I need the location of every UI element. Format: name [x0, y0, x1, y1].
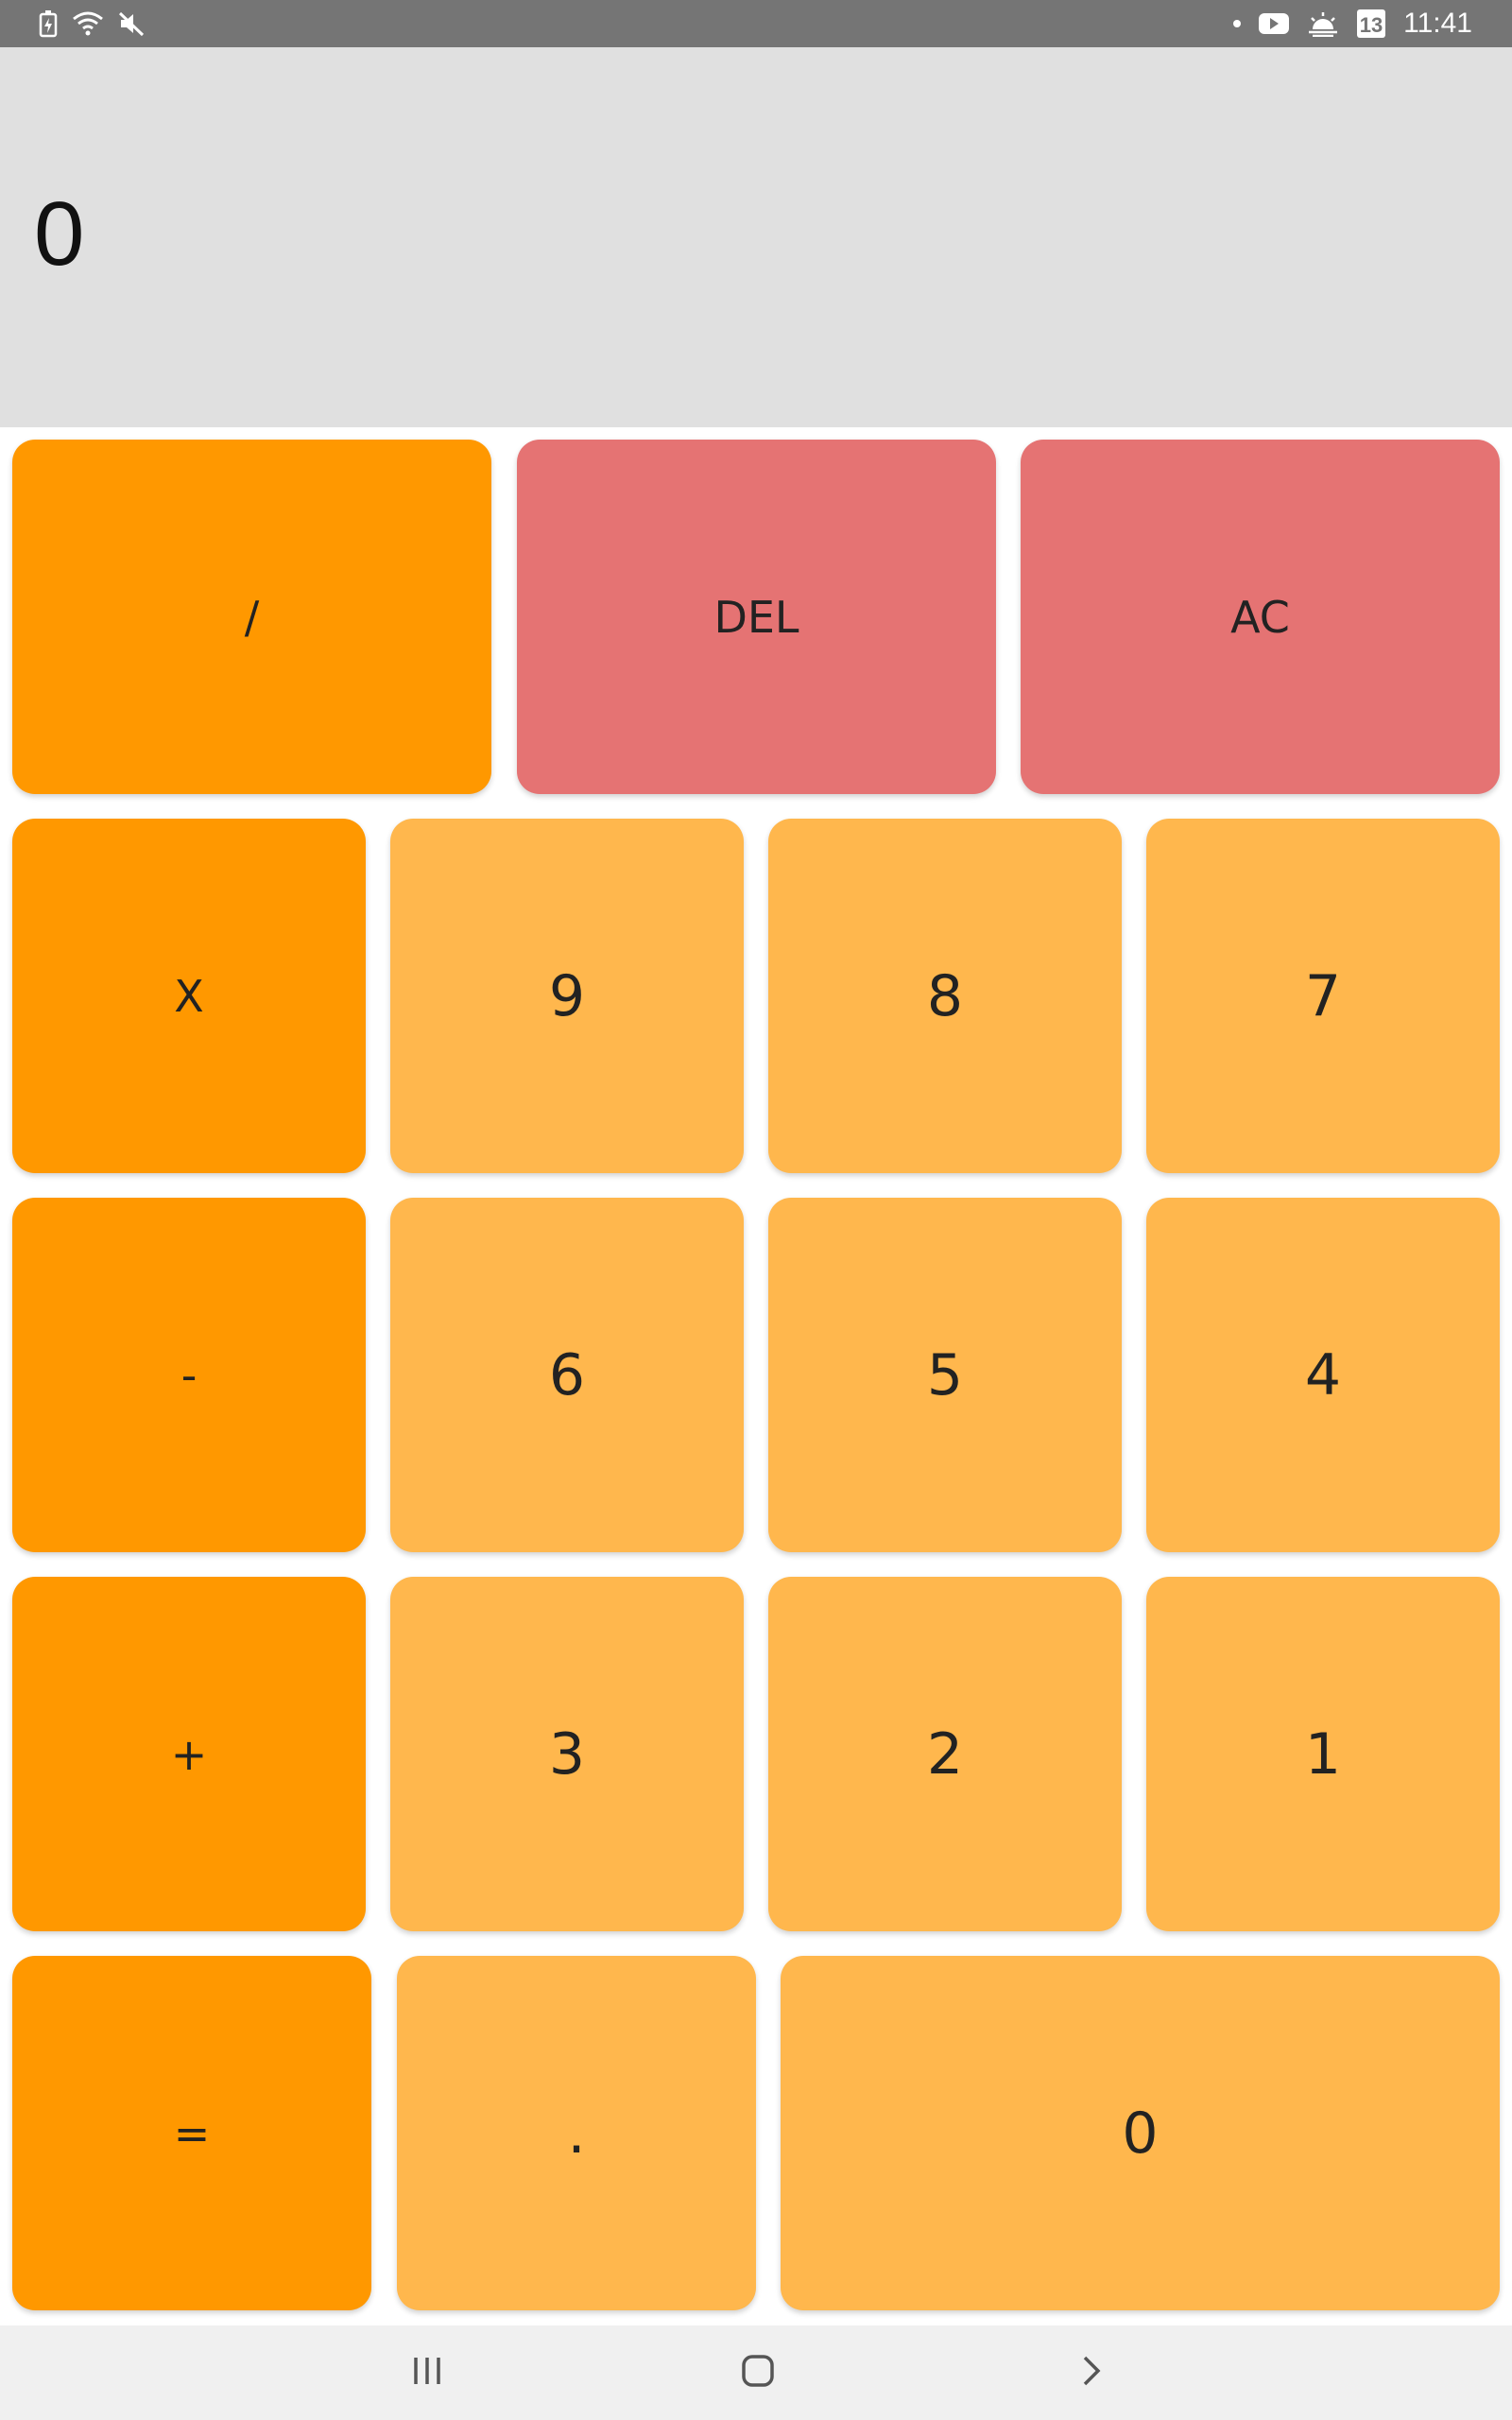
notification-dot-icon [1233, 0, 1242, 47]
delete-button[interactable]: DEL [517, 440, 996, 794]
battery-saver-icon [38, 0, 59, 47]
multiply-button[interactable]: X [12, 819, 366, 1173]
back-button[interactable] [1034, 2325, 1147, 2420]
subtract-button[interactable]: - [12, 1198, 366, 1552]
digit-0-button[interactable]: 0 [781, 1956, 1500, 2310]
digit-1-button[interactable]: 1 [1146, 1577, 1500, 1931]
calendar-13-icon: 13 [1356, 0, 1386, 47]
all-clear-button[interactable]: AC [1021, 440, 1500, 794]
weather-icon [1307, 0, 1339, 47]
clock: 11:41 [1403, 8, 1472, 39]
wifi-icon [72, 0, 104, 47]
digit-5-button[interactable]: 5 [768, 1198, 1122, 1552]
digit-7-button[interactable]: 7 [1146, 819, 1500, 1173]
status-left-icons [38, 0, 146, 47]
status-right-icons: 13 11:41 [1233, 0, 1472, 47]
divide-button[interactable]: / [12, 440, 491, 794]
digit-3-button[interactable]: 3 [390, 1577, 744, 1931]
calculator-display: 0 [0, 47, 1512, 427]
keypad: / DEL AC X 9 8 7 - 6 5 4 + 3 2 1 = . 0 [0, 427, 1512, 2325]
recent-apps-button[interactable] [370, 2325, 484, 2420]
back-icon [1072, 2352, 1109, 2394]
svg-text:13: 13 [1360, 13, 1383, 37]
digit-4-button[interactable]: 4 [1146, 1198, 1500, 1552]
display-value: 0 [34, 183, 85, 285]
youtube-icon [1258, 0, 1290, 47]
navigation-bar [0, 2325, 1512, 2420]
digit-8-button[interactable]: 8 [768, 819, 1122, 1173]
equals-button[interactable]: = [12, 1956, 371, 2310]
mute-icon [117, 0, 146, 47]
digit-2-button[interactable]: 2 [768, 1577, 1122, 1931]
recent-apps-icon [408, 2354, 446, 2393]
digit-9-button[interactable]: 9 [390, 819, 744, 1173]
digit-6-button[interactable]: 6 [390, 1198, 744, 1552]
add-button[interactable]: + [12, 1577, 366, 1931]
status-bar: 13 11:41 [0, 0, 1512, 47]
decimal-point-button[interactable]: . [397, 1956, 756, 2310]
home-button[interactable] [701, 2325, 815, 2420]
home-icon [739, 2352, 777, 2394]
